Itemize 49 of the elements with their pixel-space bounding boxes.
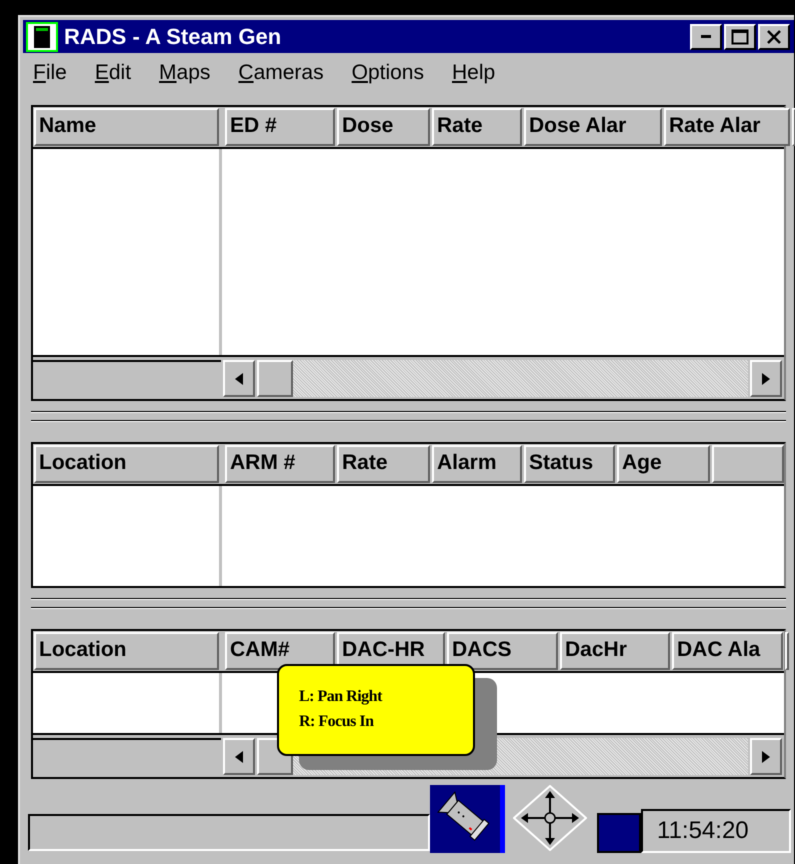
right-arrow-icon <box>762 372 770 384</box>
tooltip-line: L: Pan Right <box>299 687 384 707</box>
scroll-right-button[interactable] <box>750 360 782 397</box>
column-header[interactable]: Location <box>34 632 219 670</box>
window-title: RADS - A Steam Gen <box>64 24 282 50</box>
column-header[interactable]: ED # <box>225 108 335 146</box>
scroll-right-button[interactable] <box>750 738 782 775</box>
clock: 11:54:20 <box>641 809 791 853</box>
left-arrow-icon <box>235 372 243 384</box>
scroll-thumb[interactable] <box>257 360 293 397</box>
close-button[interactable] <box>758 24 790 50</box>
column-header[interactable]: Location <box>34 445 219 483</box>
menu-item[interactable]: File <box>33 61 67 83</box>
column-header[interactable]: DAC Ala <box>672 632 783 670</box>
menu-item[interactable]: Edit <box>94 61 132 83</box>
minimize-button[interactable] <box>690 24 722 50</box>
tooltip-line: R: Focus In <box>299 712 375 732</box>
direction-pad-icon[interactable] <box>513 785 587 851</box>
empty-column-header <box>792 108 795 146</box>
scroll-left-button[interactable] <box>223 738 255 775</box>
column-header[interactable]: Alarm <box>432 445 522 483</box>
right-arrow-icon <box>762 750 770 762</box>
empty-column-header <box>785 632 789 670</box>
left-arrow-icon <box>235 750 243 762</box>
menu-item[interactable]: Maps <box>159 61 210 83</box>
menu-item[interactable]: Cameras <box>238 61 324 83</box>
column-header[interactable]: Status <box>524 445 615 483</box>
column-header[interactable]: Dose Alar <box>524 108 662 146</box>
column-header[interactable]: DACS <box>447 632 558 670</box>
column-header[interactable]: DacHr <box>560 632 670 670</box>
column-header[interactable]: Rate Alar <box>664 108 790 146</box>
column-header[interactable]: Name <box>34 108 219 146</box>
horizontal-scrollbar[interactable] <box>33 355 784 399</box>
column-header[interactable]: ARM # <box>225 445 335 483</box>
column-header[interactable]: CAM# <box>225 632 335 670</box>
column-header[interactable]: Rate <box>432 108 522 146</box>
status-indicator <box>597 813 641 853</box>
close-icon <box>766 30 782 44</box>
column-header[interactable]: Rate <box>337 445 430 483</box>
app-icon <box>26 22 58 52</box>
camera-button[interactable] <box>430 785 505 853</box>
column-header[interactable]: Dose <box>337 108 430 146</box>
menu-item[interactable]: Options <box>352 61 424 83</box>
maximize-icon <box>731 28 749 44</box>
menu-item[interactable]: Help <box>452 61 496 83</box>
minimize-icon <box>701 35 711 38</box>
column-header[interactable]: Age <box>617 445 710 483</box>
maximize-button[interactable] <box>724 24 756 50</box>
scroll-left-button[interactable] <box>223 360 255 397</box>
